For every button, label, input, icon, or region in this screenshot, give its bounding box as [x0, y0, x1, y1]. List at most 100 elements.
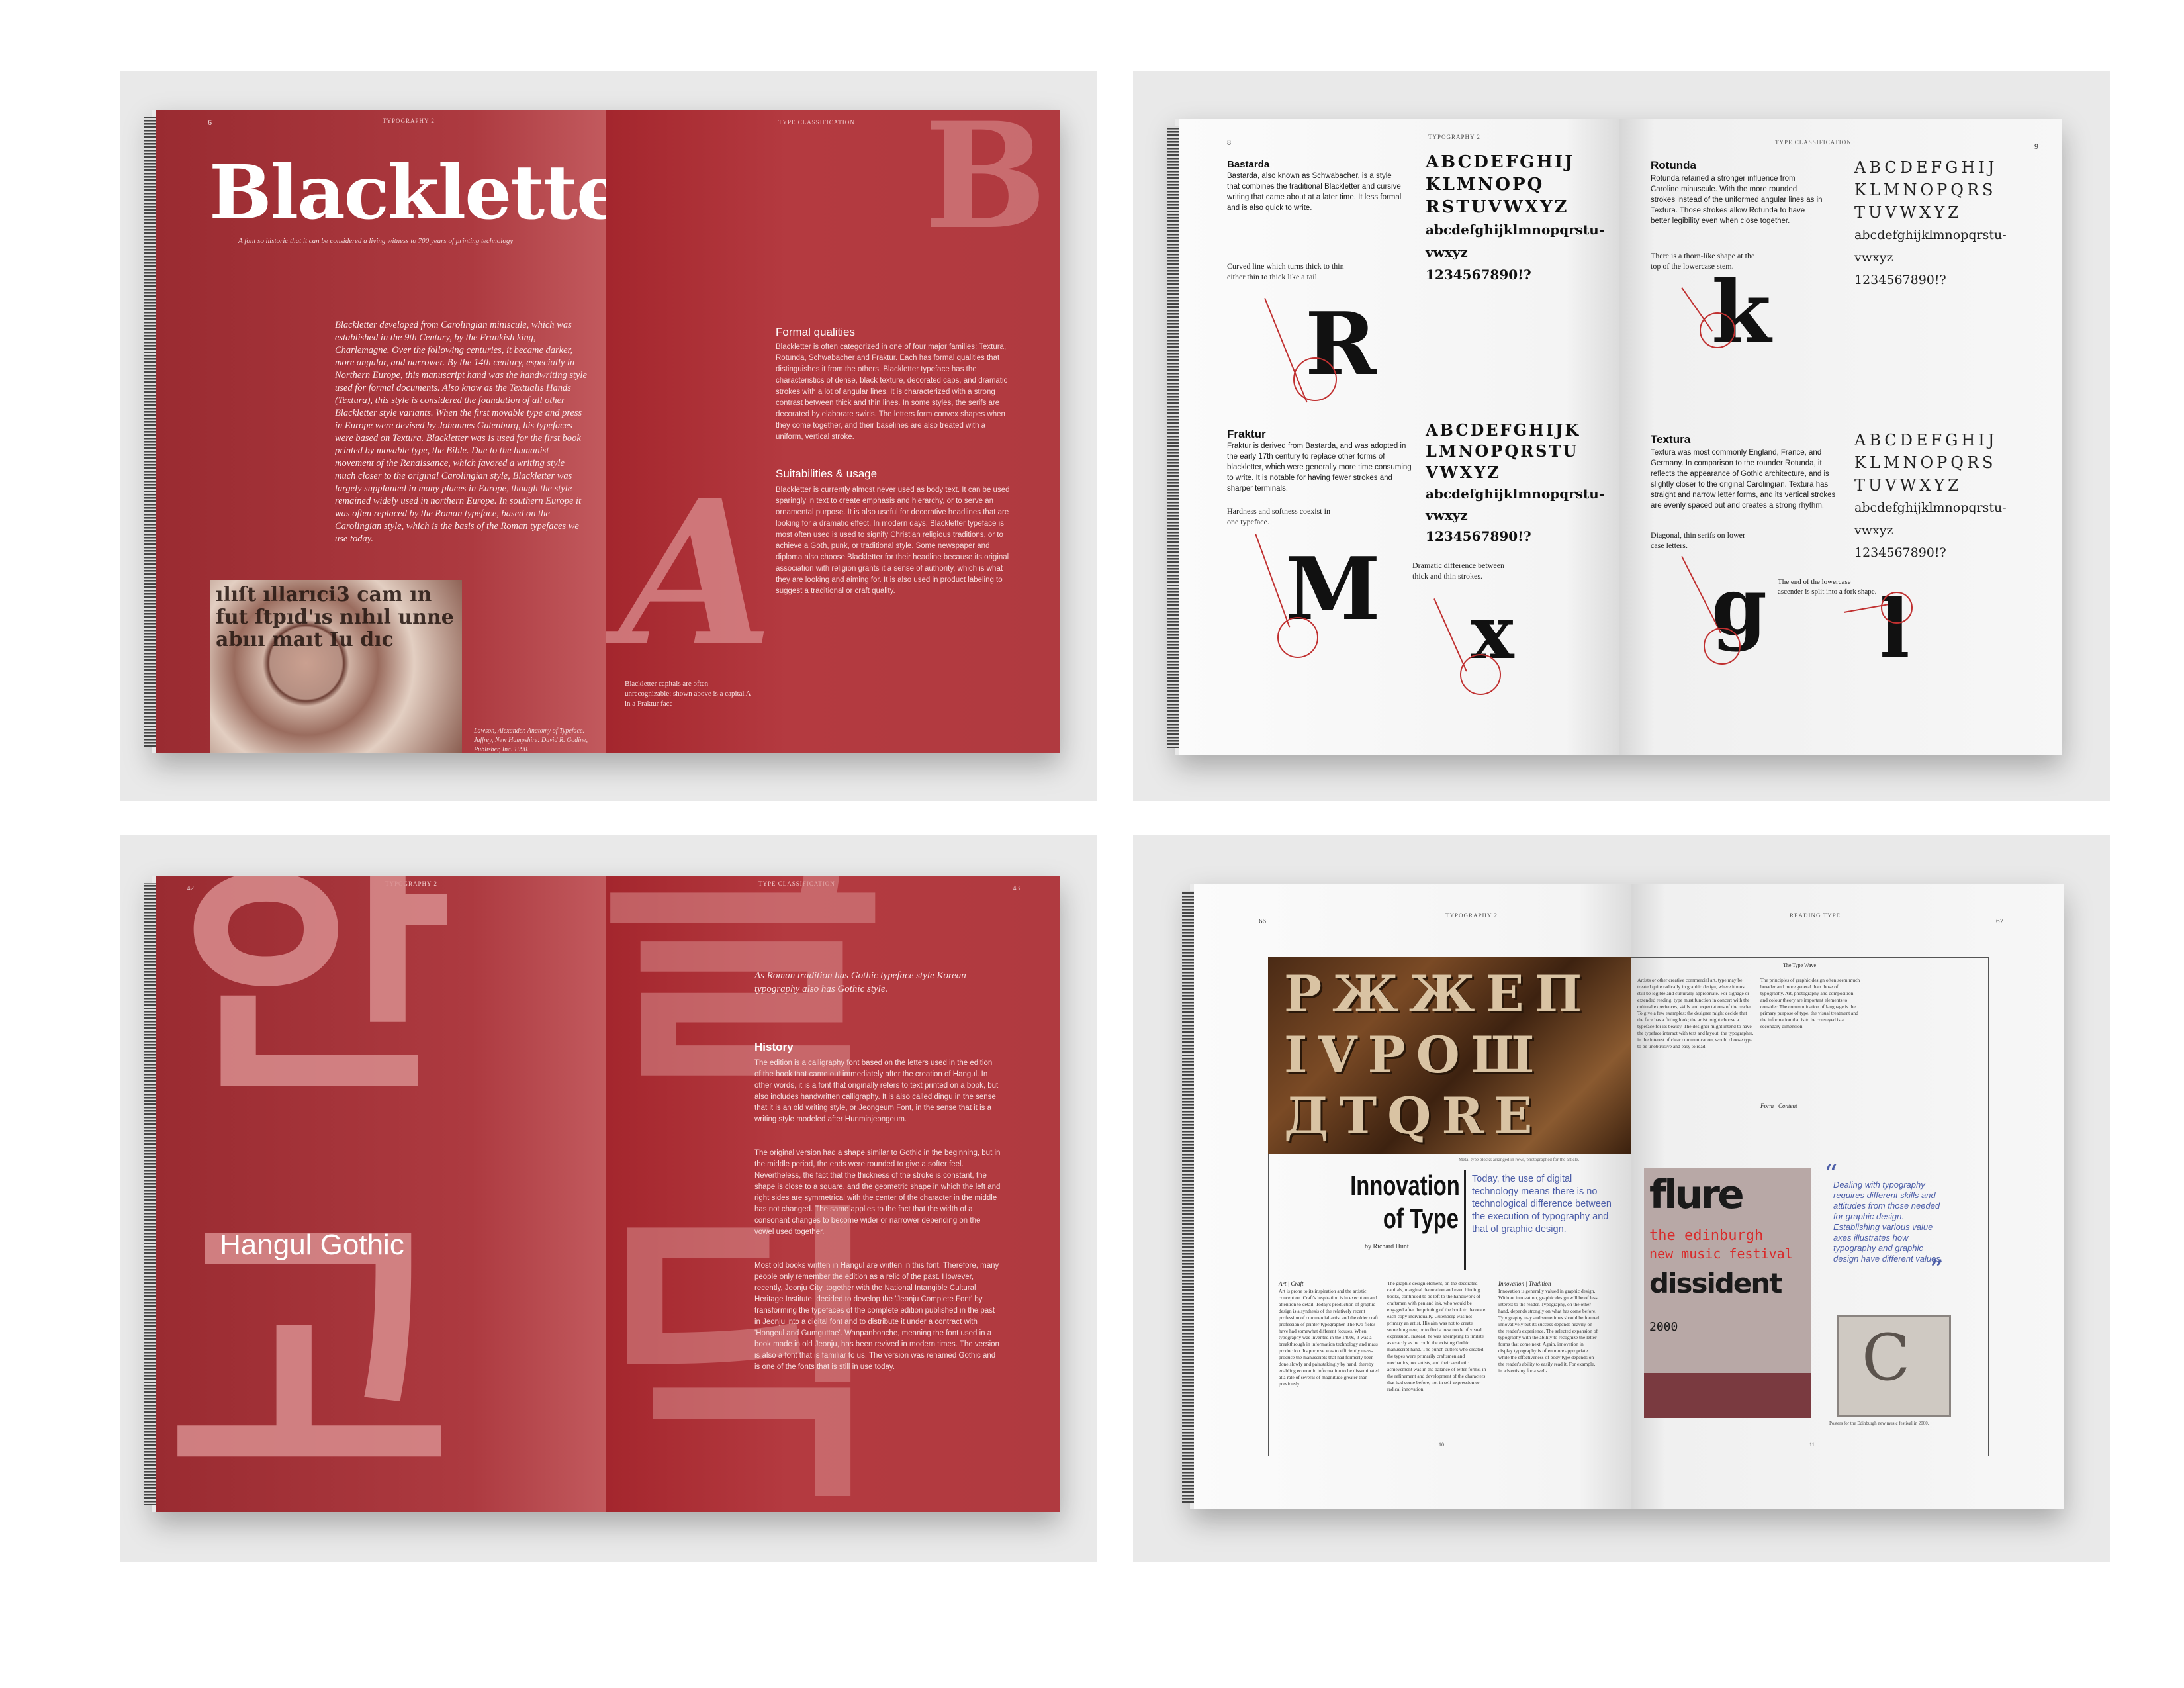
fraktur-body: Fraktur is derived from Bastarda, and wa…	[1227, 442, 1412, 492]
history-paragraph-3: Most old books written in Hangul are wri…	[754, 1262, 999, 1371]
callout-line	[1433, 598, 1467, 672]
close-quote-icon: ”	[1930, 1255, 1944, 1286]
rotunda-specimen: ABCDEFGHIJ KLMNOPQRS TUVWXYZ abcdefghijk…	[1854, 156, 2007, 291]
poster-line-3: new music festival	[1649, 1246, 1793, 1262]
specimen-digits: 1234567890!?	[1854, 545, 1946, 560]
pull-quote: Dealing with typography requires differe…	[1833, 1180, 1943, 1264]
fraktur-note-2: Dramatic difference between thick and th…	[1412, 561, 1505, 581]
sidebar-text: Artists or other creative commercial art…	[1637, 977, 1754, 1049]
page-number-right: 9	[2034, 142, 2038, 151]
page-number-right: 67	[1996, 917, 2003, 925]
specimen-upper-2: KLMNOPQRS	[1854, 181, 1997, 199]
specimen-digits: 1234567890!?	[1426, 267, 1531, 283]
panel-blackletter: 6 TYPOGRAPHY 2 Blackletter A font so his…	[120, 71, 1097, 801]
article-column-4: The principles of graphic design often s…	[1760, 977, 1860, 1029]
callout-circle	[1460, 654, 1501, 695]
specimen-lower-2: vwxyz	[1854, 523, 1893, 538]
left-page: 42 TYPOGRAPHY 2 한 고 Hangul Gothic	[156, 876, 606, 1512]
page-number: 66	[1259, 917, 1266, 925]
textura-note-2: The end of the lowercase ascender is spl…	[1778, 578, 1877, 596]
image-citation: Lawson, Alexander. Anatomy of Typeface. …	[474, 727, 588, 753]
running-header: TYPOGRAPHY 2	[1445, 912, 1498, 919]
specimen-digits: 1234567890!?	[1426, 528, 1531, 544]
left-page: 8 TYPOGRAPHY 2 Bastarda Bastarda, also k…	[1179, 119, 1619, 755]
bastarda-heading: Bastarda	[1227, 159, 1270, 170]
bastarda-note: Curved line which turns thick to thin ei…	[1227, 261, 1344, 281]
specimen-upper-3: RSTUVWXYZ	[1426, 197, 1569, 217]
callout-circle	[1881, 592, 1913, 624]
running-header: TYPOGRAPHY 2	[1428, 134, 1480, 140]
history-paragraph-2: The original version had a shape similar…	[754, 1149, 1001, 1236]
specimen-upper-3: TUVWXYZ	[1854, 476, 1962, 494]
page-number: 8	[1227, 138, 1231, 147]
textura-heading: Textura	[1651, 433, 1691, 445]
callout-circle	[1293, 357, 1337, 401]
left-page: 66 TYPOGRAPHY 2 РЖЖЕП IVPOШ ДТQRE Metal …	[1194, 884, 1631, 1509]
specimen-lower-2: vwxyz	[1426, 244, 1468, 260]
callout-circle	[1700, 312, 1735, 348]
fraktur-heading: Fraktur	[1227, 428, 1266, 440]
poster-headline: flure	[1649, 1172, 1745, 1218]
right-page: READING TYPE 67 The Type Wave Artists or…	[1631, 884, 2064, 1509]
section-innovation-tradition: Innovation | Tradition	[1498, 1280, 1551, 1287]
formal-body: Blackletter is often categorized in one …	[776, 343, 1008, 441]
specimen-lower-2: vwxyz	[1854, 250, 1893, 265]
title-blackletter: Blackletter	[209, 150, 606, 236]
specimen-lower-1: abcdefghijklmnopqrstu-	[1854, 228, 2007, 242]
article-column-3: Innovation is generally valued in graphi…	[1498, 1288, 1599, 1374]
bastarda-body: Bastarda, also known as Schwabacher, is …	[1227, 172, 1402, 212]
page-edge	[1182, 891, 1194, 1503]
right-page: TYPE CLASSIFICATION 9 Rotunda Rotunda re…	[1619, 119, 2062, 755]
title-line-1: Innovation	[1350, 1170, 1460, 1201]
rotunda-body: Rotunda retained a stronger influence fr…	[1651, 175, 1823, 225]
pull-quote: As Roman tradition has Gothic typeface s…	[754, 970, 966, 994]
specimen-upper-1: ABCDEFGHIJK	[1426, 420, 1581, 440]
page-edge	[1167, 126, 1179, 748]
letter-a-caption: Blackletter capitals are often unrecogni…	[625, 680, 751, 708]
article-deck: Today, the use of digital technology mea…	[1472, 1174, 1612, 1235]
rotunda-heading: Rotunda	[1651, 159, 1696, 171]
section-art-craft: Art | Craft	[1279, 1280, 1304, 1287]
book-spread-innovation: 66 TYPOGRAPHY 2 РЖЖЕП IVPOШ ДТQRE Metal …	[1182, 884, 2064, 1509]
article-title: Innovation of Type	[1350, 1169, 1460, 1235]
photo-caption: Metal type blocks arranged in rows, phot…	[1459, 1157, 1580, 1162]
page-number: 6	[208, 118, 212, 127]
formal-heading: Formal qualities	[776, 326, 855, 338]
right-page: TYPE CLASSIFICATION B Formal qualities B…	[606, 110, 1060, 753]
fraktur-specimen: ABCDEFGHIJK LMNOPQRSTU VWXYZ abcdefghijk…	[1426, 420, 1604, 547]
poster-line-5: 2000	[1649, 1320, 1678, 1334]
panel-innovation: 66 TYPOGRAPHY 2 РЖЖЕП IVPOШ ДТQRE Metal …	[1133, 835, 2110, 1562]
hangul-big-han: 한	[167, 876, 453, 1137]
sidebar-title: The Type Wave	[1783, 962, 1817, 968]
type-row-3: ДТQRE	[1284, 1086, 1543, 1145]
page-edge	[144, 883, 156, 1505]
type-row-2: IVPOШ	[1284, 1025, 1545, 1084]
callout-circle	[1704, 628, 1741, 665]
manuscript-image: ılıſt ıllarıci3 cam ın fut ſtpıd'ıs nıhı…	[210, 580, 462, 753]
panel-classification: 8 TYPOGRAPHY 2 Bastarda Bastarda, also k…	[1133, 71, 2110, 801]
history-paragraph-1: The edition is a calligraphy font based …	[754, 1059, 999, 1123]
running-header-right: READING TYPE	[1790, 912, 1841, 919]
poster-caption: Posters for the Edinburgh new music fest…	[1829, 1421, 1929, 1426]
byline: by Richard Hunt	[1365, 1243, 1409, 1250]
specimen-upper-3: VWXYZ	[1426, 463, 1501, 482]
metal-type-photo: РЖЖЕП IVPOШ ДТQRE	[1268, 957, 1631, 1154]
suitabilities-body: Blackletter is currently almost never us…	[776, 486, 1010, 595]
running-header-right: TYPE CLASSIFICATION	[1775, 139, 1852, 146]
specimen-lower-2: vwxyz	[1426, 507, 1468, 523]
title-line-2: of Type	[1383, 1203, 1459, 1234]
hangul-title: Hangul Gothic	[220, 1229, 404, 1261]
specimen-lower-1: abcdefghijklmnopqrstu-	[1854, 500, 2007, 515]
deck-rule	[1464, 1170, 1466, 1270]
specimen-upper-1: ABCDEFGHIJ	[1854, 158, 1998, 177]
article-column-2: The graphic design element, on the decor…	[1387, 1280, 1486, 1392]
suitabilities-heading: Suitabilities & usage	[776, 467, 878, 480]
manuscript-thumbnail: C	[1837, 1315, 1951, 1417]
textura-body: Textura was most commonly England, Franc…	[1651, 449, 1836, 510]
big-letter-b: B	[924, 110, 1047, 261]
folio-right: 11	[1809, 1442, 1815, 1448]
page-number-right: 43	[1013, 884, 1020, 892]
bastarda-specimen: ABCDEFGHIJ KLMNOPQ RSTUVWXYZ abcdefghijk…	[1426, 151, 1604, 286]
running-header-right: TYPE CLASSIFICATION	[778, 119, 855, 126]
festival-poster: flure the edinburgh new music festival d…	[1644, 1168, 1811, 1418]
